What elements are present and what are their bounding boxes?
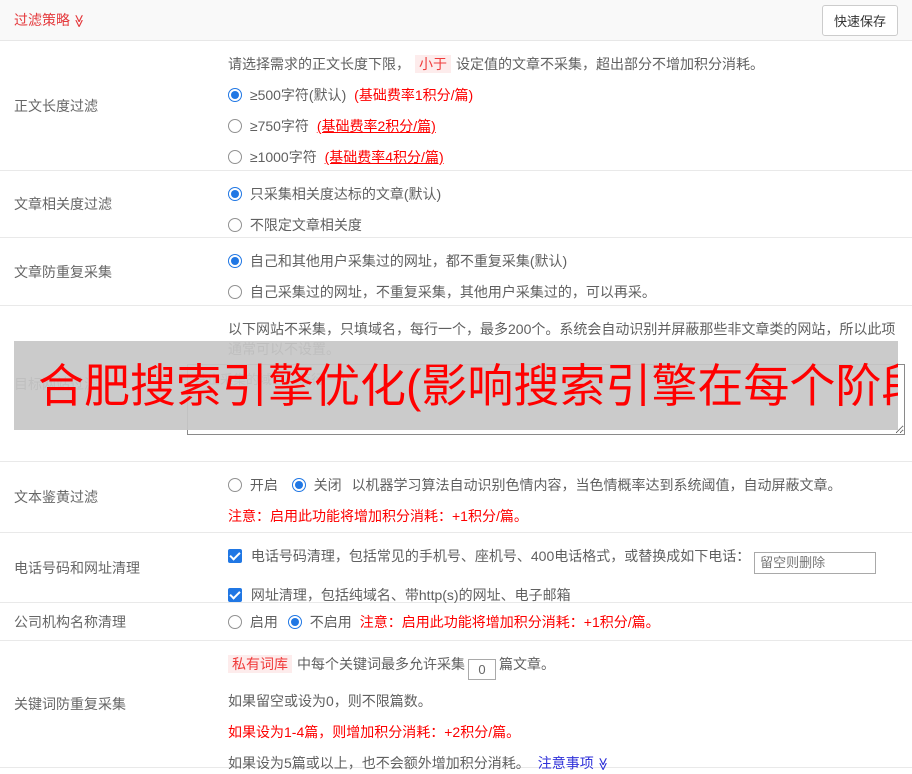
less-than-highlight: 小于 — [415, 55, 451, 73]
length-option-750[interactable]: ≥750字符 (基础费率2积分/篇) — [228, 118, 436, 134]
row-label: 电话号码和网址清理 — [14, 559, 140, 576]
company-cost-note: 注意：启用此功能将增加积分消耗：+1积分/篇。 — [359, 613, 660, 630]
radio-icon[interactable] — [228, 478, 242, 492]
relevance-option-any[interactable]: 不限定文章相关度 — [228, 217, 362, 233]
section-header: 过滤策略 ≫ 快速保存 — [0, 0, 912, 41]
row-label: 正文长度过滤 — [14, 97, 98, 114]
relevance-option-strict[interactable]: 只采集相关度达标的文章(默认) — [228, 186, 441, 202]
row-relevance-filter: 文章相关度过滤 只采集相关度达标的文章(默认) 不限定文章相关度 — [0, 171, 912, 238]
row-label: 公司机构名称清理 — [14, 613, 126, 630]
row-keyword-dedup: 关键词防重复采集 私有词库中每个关键词最多允许采集篇文章。 如果留空或设为0，则… — [0, 641, 912, 771]
radio-icon[interactable] — [228, 218, 242, 232]
keyword-note-five: 如果设为5篇或以上，也不会额外增加积分消耗。 — [228, 755, 530, 771]
url-cleanup-checkbox[interactable]: 网址清理，包括纯域名、带http(s)的网址、电子邮箱 — [228, 587, 571, 603]
length-option-500[interactable]: ≥500字符(默认) (基础费率1积分/篇) — [228, 87, 473, 103]
radio-icon[interactable] — [291, 478, 306, 492]
section-title-text: 过滤策略 — [14, 12, 70, 28]
quick-save-button[interactable]: 快速保存 — [821, 4, 898, 36]
radio-icon[interactable] — [228, 150, 242, 164]
row-porn-filter: 文本鉴黄过滤 开启 关闭 以机器学习算法自动识别色情内容，当色情概率达到系统阈值… — [0, 462, 912, 533]
row-length-filter: 正文长度过滤 请选择需求的正文长度下限， 小于 设定值的文章不采集，超出部分不增加积… — [0, 41, 912, 171]
row-company-name-cleanup: 公司机构名称清理 启用 不启用 注意：启用此功能将增加积分消耗：+1积分/篇。 — [0, 603, 912, 641]
porn-cost-note: 注意：启用此功能将增加积分消耗：+1积分/篇。 — [228, 508, 528, 524]
notes-link[interactable]: 注意事项 — [538, 755, 594, 771]
radio-icon[interactable] — [228, 88, 242, 102]
radio-icon[interactable] — [228, 119, 242, 133]
row-phone-url-cleanup: 电话号码和网址清理 电话号码清理，包括常见的手机号、座机号、400电话格式，或替… — [0, 533, 912, 603]
dedup-option-all-users[interactable]: 自己和其他用户采集过的网址，都不重复采集(默认) — [228, 253, 567, 269]
radio-icon[interactable] — [228, 614, 242, 629]
radio-icon[interactable] — [228, 254, 242, 268]
company-option-on[interactable]: 启用 — [228, 612, 278, 632]
radio-icon[interactable] — [287, 614, 302, 629]
porn-description: 以机器学习算法自动识别色情内容，当色情概率达到系统阈值，自动屏蔽文章。 — [351, 477, 842, 493]
replacement-phone-input[interactable] — [754, 551, 877, 574]
row-dedup-filter: 文章防重复采集 自己和其他用户采集过的网址，都不重复采集(默认) 自己采集过的网… — [0, 238, 912, 306]
checkbox-checked-icon[interactable] — [228, 549, 242, 563]
row-label: 文本鉴黄过滤 — [14, 489, 98, 505]
row-label: 文章相关度过滤 — [14, 196, 112, 212]
checkbox-checked-icon[interactable] — [228, 587, 242, 602]
watermark-overlay: 合肥搜索引擎优化(影响搜索引擎在每个阶段 — [14, 341, 898, 430]
max-articles-input[interactable] — [468, 659, 496, 680]
row-label: 关键词防重复采集 — [14, 696, 126, 712]
row-label: 文章防重复采集 — [14, 263, 112, 280]
phone-cleanup-checkbox[interactable]: 电话号码清理，包括常见的手机号、座机号、400电话格式，或替换成如下电话： — [228, 548, 754, 564]
radio-icon[interactable] — [228, 285, 242, 299]
company-option-off[interactable]: 不启用 — [287, 612, 352, 632]
length-option-1000[interactable]: ≥1000字符 (基础费率4积分/篇) — [228, 149, 444, 165]
section-title-toggle[interactable]: 过滤策略 ≫ — [14, 10, 87, 30]
radio-icon[interactable] — [228, 187, 242, 201]
keyword-note-cost: 如果设为1-4篇，则增加积分消耗：+2积分/篇。 — [228, 724, 521, 740]
length-intro: 请选择需求的正文长度下限， 小于 设定值的文章不采集，超出部分不增加积分消耗。 — [228, 55, 764, 73]
dedup-option-self-only[interactable]: 自己采集过的网址，不重复采集，其他用户采集过的，可以再采。 — [228, 284, 656, 300]
porn-option-on[interactable]: 开启 — [228, 477, 282, 493]
watermark-text: 合肥搜索引擎优化(影响搜索引擎在每个阶段 — [38, 359, 898, 412]
chevron-down-icon: ≫ — [71, 14, 87, 28]
chevron-down-icon: ≫ — [595, 757, 611, 771]
porn-option-off[interactable]: 关闭 — [291, 477, 346, 493]
private-thesaurus-highlight: 私有词库 — [228, 655, 292, 673]
keyword-note-zero: 如果留空或设为0，则不限篇数。 — [228, 693, 432, 709]
